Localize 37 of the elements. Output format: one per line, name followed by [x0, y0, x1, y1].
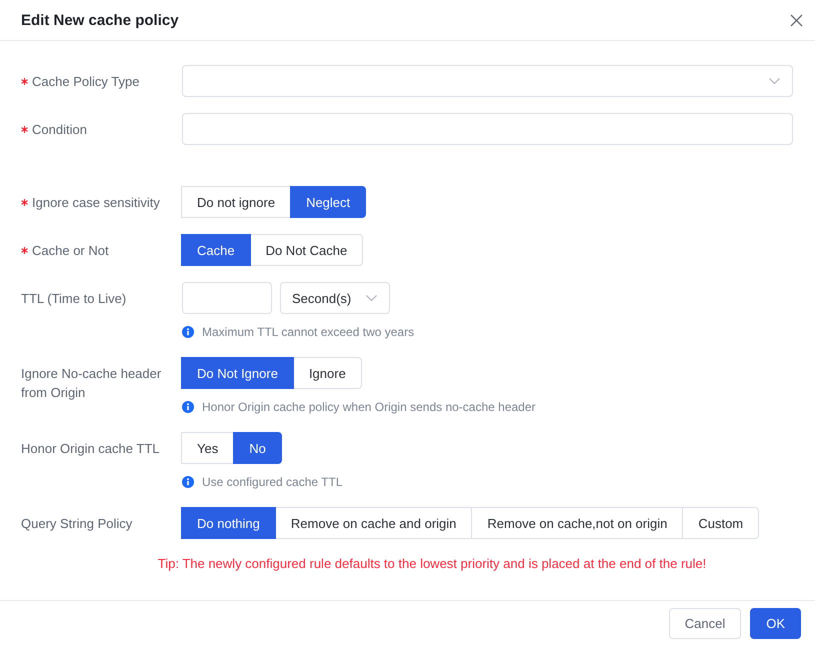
- field-label: Cache Policy Type: [32, 74, 140, 89]
- option-button[interactable]: Remove on cache and origin: [274, 507, 472, 539]
- chevron-down-icon: [769, 78, 780, 84]
- input-field[interactable]: [182, 282, 272, 314]
- option-button[interactable]: Neglect: [290, 186, 366, 218]
- info-icon: [182, 476, 194, 488]
- option-button[interactable]: Yes: [181, 432, 234, 464]
- info-icon: [182, 326, 194, 338]
- option-button[interactable]: Do nothing: [181, 507, 276, 539]
- field-label: Ignore No-cache header from Origin: [21, 366, 162, 400]
- cancel-button[interactable]: Cancel: [668, 608, 742, 639]
- input-field[interactable]: [182, 113, 793, 145]
- hint-text: Maximum TTL cannot exceed two years: [202, 325, 414, 339]
- tip-text: Tip: The newly configured rule defaults to the lowest priority and is placed at the end of the rule!: [158, 556, 706, 571]
- option-button[interactable]: Do Not Ignore: [181, 357, 294, 389]
- option-button[interactable]: Cache: [181, 234, 251, 266]
- field-label: Query String Policy: [21, 516, 132, 531]
- select-field[interactable]: [182, 65, 793, 97]
- option-button[interactable]: Remove on cache,not on origin: [471, 507, 684, 539]
- info-icon: [182, 401, 194, 413]
- chevron-down-icon: [366, 295, 377, 301]
- hint-text: Use configured cache TTL: [202, 475, 343, 489]
- select-field[interactable]: Second(s): [280, 282, 390, 314]
- close-icon[interactable]: [790, 14, 803, 26]
- field-label: TTL (Time to Live): [21, 291, 126, 306]
- ok-button[interactable]: OK: [750, 608, 801, 639]
- option-button[interactable]: Do not ignore: [181, 186, 292, 218]
- field-label: Honor Origin cache TTL: [21, 441, 160, 456]
- window-title: Edit New cache policy: [21, 12, 179, 28]
- option-button[interactable]: Do Not Cache: [250, 234, 364, 266]
- option-button[interactable]: Custom: [682, 507, 760, 539]
- option-button[interactable]: No: [233, 432, 282, 464]
- field-label: Cache or Not: [32, 243, 109, 258]
- field-label: Condition: [32, 122, 87, 137]
- hint-text: Honor Origin cache policy when Origin sends no-cache header: [202, 400, 536, 414]
- field-label: Ignore case sensitivity: [32, 195, 160, 210]
- option-button[interactable]: Ignore: [292, 357, 362, 389]
